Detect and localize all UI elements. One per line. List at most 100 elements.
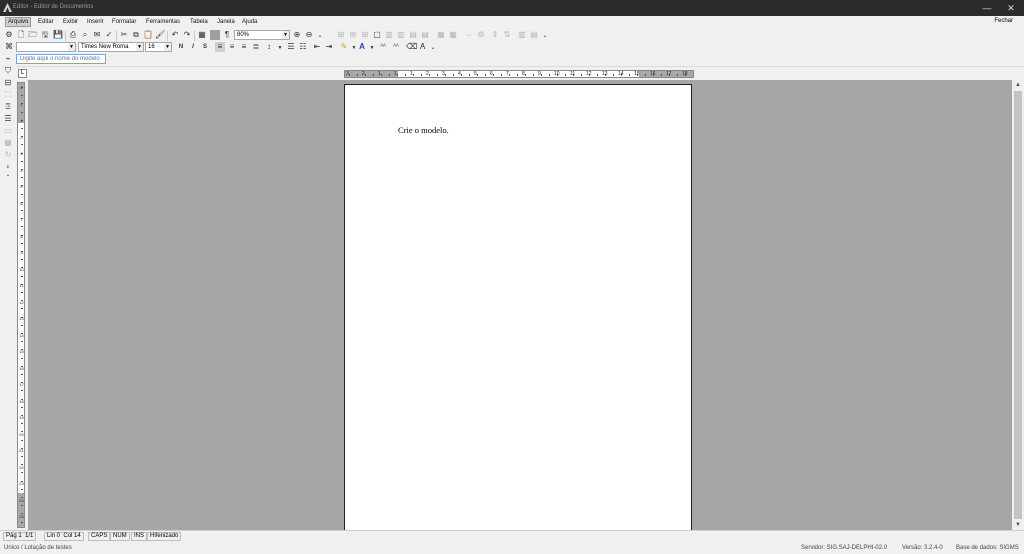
zoom-select[interactable]: 80% ▼ bbox=[234, 30, 290, 40]
merge-cells-icon: ▦ bbox=[449, 30, 457, 39]
menu-tabela[interactable]: Tabela bbox=[190, 18, 208, 26]
bold-button[interactable]: N bbox=[176, 42, 186, 52]
clear-format-icon[interactable]: ⌫ bbox=[406, 42, 417, 52]
toolbar-overflow-icon[interactable]: ⌄ bbox=[428, 43, 438, 53]
scroll-down-icon[interactable]: ▼ bbox=[1012, 520, 1024, 530]
vertical-ruler[interactable]: 2 1 1 2 3 4 5 6 7 8 9 10 11 12 13 14 15 16 17 18 19 20 21 22 23 2… bbox=[17, 82, 25, 528]
ruler-number: 13 bbox=[19, 316, 24, 321]
chevron-down-icon[interactable]: ▼ bbox=[136, 43, 143, 51]
indent-icon[interactable]: ⇥ bbox=[324, 42, 334, 52]
justify-icon[interactable]: ≣ bbox=[251, 42, 261, 52]
align-right-icon[interactable]: ≡ bbox=[239, 42, 249, 52]
highlight-icon[interactable]: ✎ bbox=[339, 42, 349, 52]
undo-icon[interactable]: ↶ bbox=[170, 30, 180, 40]
numbering-icon[interactable]: ☷ bbox=[298, 42, 308, 52]
menu-inserir[interactable]: Inserir bbox=[87, 18, 104, 26]
menu-formatar[interactable]: Formatar bbox=[112, 18, 136, 26]
color-swatch-icon[interactable] bbox=[210, 30, 220, 40]
line-spacing-icon[interactable]: ↕ bbox=[264, 42, 274, 52]
document-text[interactable]: Crie o modelo. bbox=[398, 125, 449, 135]
change-case-icon[interactable]: Ꭺ bbox=[418, 42, 428, 52]
vertical-scrollbar[interactable]: ▲ ▼ bbox=[1012, 80, 1024, 530]
print-preview-icon[interactable]: ⌕ bbox=[80, 30, 90, 40]
block-icon[interactable]: ⊟ bbox=[3, 78, 13, 88]
italic-button[interactable]: I bbox=[188, 42, 198, 52]
bullets-icon[interactable]: ☰ bbox=[286, 42, 296, 52]
chevron-down-icon[interactable]: ▼ bbox=[164, 43, 171, 51]
paragraph-mark-icon[interactable]: ¶ bbox=[222, 30, 232, 40]
field-insert-icon[interactable]: ⌁ bbox=[3, 54, 13, 64]
ruler-number: 17 bbox=[666, 71, 672, 77]
ruler-number: 4 bbox=[20, 167, 23, 173]
ruler-tick bbox=[21, 488, 23, 490]
zoom-in-icon[interactable]: ⊕ bbox=[292, 30, 302, 40]
tab-stop-selector[interactable]: L bbox=[18, 69, 27, 78]
ruler-tick bbox=[365, 74, 366, 76]
toolbar-overflow-icon[interactable]: ⌄ bbox=[540, 31, 550, 41]
font-color-icon[interactable]: A bbox=[357, 42, 367, 52]
toolbar-overflow-icon[interactable]: ⌄ bbox=[315, 31, 325, 41]
close-window-button[interactable]: ✕ bbox=[1000, 2, 1022, 14]
save-icon[interactable]: 💾 bbox=[53, 30, 63, 40]
paste-icon[interactable]: 📋 bbox=[143, 30, 153, 40]
model-name-input[interactable] bbox=[16, 54, 106, 64]
scroll-up-icon[interactable]: ▲ bbox=[1012, 80, 1024, 90]
ruler-tick bbox=[581, 74, 582, 76]
chevron-down-icon[interactable]: ▼ bbox=[275, 43, 285, 53]
ruler-tick bbox=[21, 95, 23, 97]
chevron-down-icon[interactable]: ▼ bbox=[68, 43, 75, 51]
copy-icon[interactable]: ⧉ bbox=[131, 30, 141, 40]
font-value: Times New Roma bbox=[81, 44, 129, 50]
document-page[interactable]: Crie o modelo. bbox=[344, 84, 692, 530]
ruler-tick bbox=[397, 74, 398, 76]
ruler-tick bbox=[21, 324, 23, 326]
size-select[interactable]: 16 ▼ bbox=[145, 42, 172, 52]
menu-arquivo[interactable]: Arquivo bbox=[5, 17, 32, 27]
ruler-tick bbox=[21, 472, 23, 474]
font-select[interactable]: Times New Roma ▼ bbox=[78, 42, 144, 52]
underline-button[interactable]: S bbox=[200, 42, 210, 52]
refresh-icon: ↻ bbox=[4, 150, 12, 159]
ruler-number: 14 bbox=[19, 332, 24, 338]
menu-ferramentas[interactable]: Ferramentas bbox=[146, 18, 180, 26]
zoom-value: 80% bbox=[237, 32, 250, 38]
ruler-number: 7 bbox=[20, 217, 23, 222]
menu-editar[interactable]: Editar bbox=[38, 18, 54, 26]
variable-icon[interactable]: ⛉ bbox=[3, 66, 13, 76]
email-icon[interactable]: ✉ bbox=[92, 30, 102, 40]
table-icon[interactable]: ▦ bbox=[197, 30, 207, 40]
grow-font-icon[interactable]: ᴬᴬ bbox=[378, 42, 388, 52]
save-as-icon[interactable]: 🖫 bbox=[40, 30, 50, 40]
shrink-font-icon[interactable]: ᴬᴬ bbox=[391, 42, 401, 52]
field-icon[interactable]: ⌘ bbox=[4, 42, 14, 52]
minimize-button[interactable]: — bbox=[976, 2, 998, 14]
menu-exibir[interactable]: Exibir bbox=[63, 18, 78, 26]
format-painter-icon[interactable]: 🖌 bbox=[155, 30, 165, 40]
table-borders-icon[interactable]: ▢ bbox=[372, 30, 382, 40]
model-props-icon[interactable]: ⚙ bbox=[4, 30, 14, 40]
redo-icon[interactable]: ↷ bbox=[182, 30, 192, 40]
horizontal-ruler[interactable]: 3 2 1 1 1 2 3 4 5 6 7 8 9 10 11 12 13 14 15 16 17 18 bbox=[344, 70, 694, 78]
split-cells-icon: ▦ bbox=[437, 30, 445, 39]
spell-check-icon[interactable]: ✓ bbox=[104, 30, 114, 40]
align-center-icon[interactable]: ≡ bbox=[227, 42, 237, 52]
scroll-thumb[interactable] bbox=[1014, 91, 1022, 519]
chevron-down-icon[interactable]: ▼ bbox=[282, 31, 289, 39]
chevron-down-icon[interactable]: ▼ bbox=[367, 43, 377, 53]
ruler-number: 12 bbox=[19, 299, 24, 305]
outdent-icon[interactable]: ⇤ bbox=[312, 42, 322, 52]
toolbar-overflow-icon[interactable]: • bbox=[3, 171, 13, 181]
cut-icon[interactable]: ✂ bbox=[119, 30, 129, 40]
menu-janela[interactable]: Janela bbox=[217, 18, 235, 26]
open-icon[interactable]: 🗁 bbox=[28, 30, 38, 40]
style-select[interactable]: ▼ bbox=[16, 42, 76, 52]
ruler-tick bbox=[21, 259, 23, 261]
menu-ajuda[interactable]: Ajuda bbox=[242, 18, 257, 26]
new-icon[interactable]: 🗋 bbox=[16, 30, 26, 40]
fechar-button[interactable]: Fechar bbox=[994, 18, 1013, 24]
zoom-out-icon[interactable]: ⊖ bbox=[304, 30, 314, 40]
list-icon[interactable]: ☰ bbox=[3, 114, 13, 124]
condition-icon[interactable]: ⍰ bbox=[3, 102, 13, 112]
align-left-icon[interactable]: ≡ bbox=[215, 42, 225, 52]
print-icon[interactable]: ⎙ bbox=[68, 30, 78, 40]
